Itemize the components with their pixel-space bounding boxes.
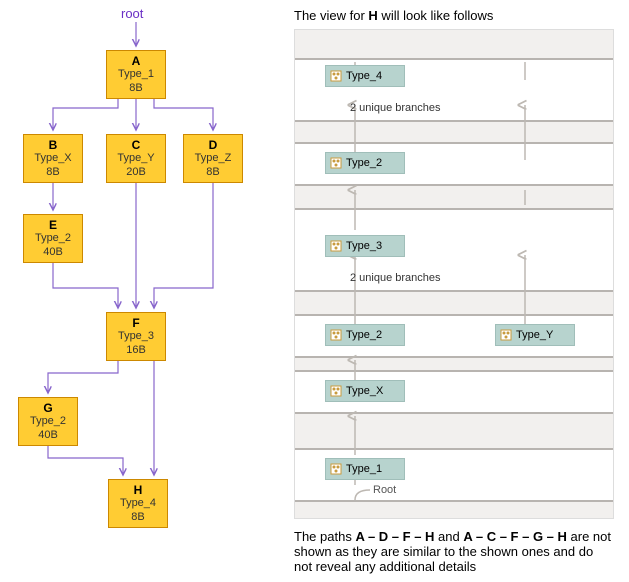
type-label: Type_4 xyxy=(346,70,382,82)
node-name: C xyxy=(107,138,165,152)
type-box-l4b: Type_Y xyxy=(495,324,575,346)
caption-node: H xyxy=(368,8,377,23)
type-label: Type_2 xyxy=(346,157,382,169)
type-box-l4a: Type_2 xyxy=(325,324,405,346)
node-type: Type_2 xyxy=(19,415,77,428)
type-icon xyxy=(330,385,342,397)
node-e: E Type_2 40B xyxy=(23,214,83,263)
node-name: A xyxy=(107,54,165,68)
node-name: G xyxy=(19,401,77,415)
node-size: 8B xyxy=(109,511,167,524)
branches-label: 2 unique branches xyxy=(350,272,441,284)
node-name: D xyxy=(184,138,242,152)
type-box-l5: Type_X xyxy=(325,380,405,402)
type-icon xyxy=(330,463,342,475)
node-name: H xyxy=(109,483,167,497)
footnote-prefix: The paths xyxy=(294,529,355,544)
type-label: Type_Y xyxy=(516,329,553,341)
node-g: G Type_2 40B xyxy=(18,397,78,446)
type-label: Type_2 xyxy=(346,329,382,341)
view-caption: The view for H will look like follows xyxy=(294,8,614,23)
footnote-path1: A – D – F – H xyxy=(355,529,434,544)
footnote-path2: A – C – F – G – H xyxy=(463,529,567,544)
node-h: H Type_4 8B xyxy=(108,479,168,528)
view-panel: Type_4 2 unique branches Type_2 Type_3 2… xyxy=(294,29,614,519)
node-size: 20B xyxy=(107,166,165,179)
node-size: 16B xyxy=(107,344,165,357)
type-box-top: Type_4 xyxy=(325,65,405,87)
node-b: B Type_X 8B xyxy=(23,134,83,183)
node-d: D Type_Z 8B xyxy=(183,134,243,183)
root-label: root xyxy=(121,6,143,21)
tree-diagram: root A Type_1 8B B Type_X 8B C Type_Y 20… xyxy=(8,8,278,568)
node-size: 40B xyxy=(24,246,82,259)
type-box-l2: Type_2 xyxy=(325,152,405,174)
type-icon xyxy=(500,329,512,341)
node-c: C Type_Y 20B xyxy=(106,134,166,183)
node-size: 8B xyxy=(107,82,165,95)
node-name: B xyxy=(24,138,82,152)
footnote-mid: and xyxy=(434,529,463,544)
node-type: Type_2 xyxy=(24,232,82,245)
node-type: Type_Y xyxy=(107,152,165,165)
node-type: Type_X xyxy=(24,152,82,165)
type-label: Type_3 xyxy=(346,240,382,252)
node-a: A Type_1 8B xyxy=(106,50,166,99)
view-root-label: Root xyxy=(373,484,396,496)
type-label: Type_X xyxy=(346,385,383,397)
type-icon xyxy=(330,70,342,82)
node-name: E xyxy=(24,218,82,232)
type-box-bottom: Type_1 xyxy=(325,458,405,480)
node-type: Type_Z xyxy=(184,152,242,165)
node-type: Type_4 xyxy=(109,497,167,510)
node-f: F Type_3 16B xyxy=(106,312,166,361)
type-icon xyxy=(330,329,342,341)
type-icon xyxy=(330,240,342,252)
branches-label: 2 unique branches xyxy=(350,102,441,114)
node-name: F xyxy=(107,316,165,330)
node-size: 40B xyxy=(19,429,77,442)
type-icon xyxy=(330,157,342,169)
caption-suffix: will look like follows xyxy=(378,8,494,23)
type-box-l3: Type_3 xyxy=(325,235,405,257)
node-type: Type_3 xyxy=(107,330,165,343)
node-size: 8B xyxy=(24,166,82,179)
type-label: Type_1 xyxy=(346,463,382,475)
footnote: The paths A – D – F – H and A – C – F – … xyxy=(294,529,614,574)
caption-prefix: The view for xyxy=(294,8,368,23)
node-type: Type_1 xyxy=(107,68,165,81)
node-size: 8B xyxy=(184,166,242,179)
